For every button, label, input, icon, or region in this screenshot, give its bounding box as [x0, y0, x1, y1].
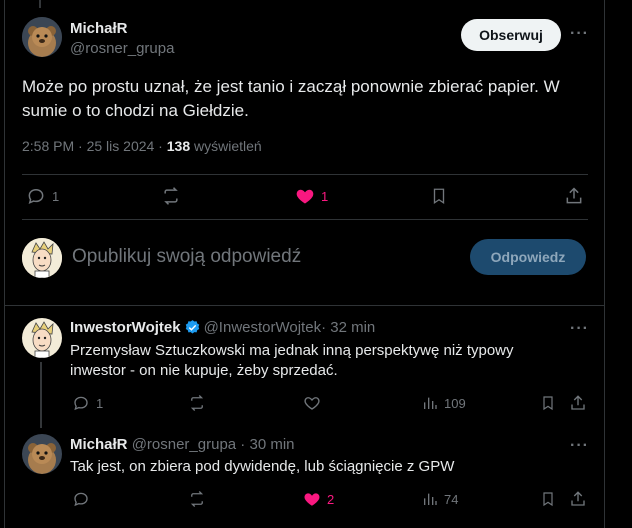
repost-action[interactable] — [187, 490, 207, 508]
more-options-icon[interactable]: ··· — [570, 437, 589, 455]
more-options-icon[interactable]: ··· — [570, 320, 589, 338]
views-chart-icon — [424, 493, 437, 505]
divider — [22, 174, 588, 175]
reply-icon — [74, 396, 88, 411]
reply-header: MichałR @rosner_grupa · 30 min — [70, 436, 295, 453]
bookmark-action[interactable] — [540, 394, 556, 412]
views-count: 74 — [444, 491, 459, 507]
reply-time[interactable]: · 32 min — [321, 319, 375, 336]
views-count: 138 — [166, 138, 191, 154]
bookmark-icon — [433, 188, 445, 205]
avatar-michalr[interactable] — [22, 434, 62, 474]
divider — [22, 219, 588, 220]
reply-text: Przemysław Sztuczkowski ma jednak inną p… — [70, 342, 514, 379]
heart-filled-icon — [304, 493, 320, 506]
reply-input[interactable]: Opublikuj swoją odpowiedź — [72, 246, 301, 268]
avatar-current-user[interactable] — [22, 238, 62, 278]
avatar-inwestorwojtek[interactable] — [22, 318, 62, 358]
reply-text: Tak jest, on zbiera pod dywidendę, lub ś… — [70, 458, 455, 475]
repost-icon — [190, 395, 204, 411]
post-meta: 2:58 PM · 25 lis 2024 · 138 wyświetleń — [22, 138, 262, 154]
views-action[interactable]: 109 — [422, 394, 466, 412]
reply-header: InwestorWojtek @InwestorWojtek · 32 min — [70, 319, 375, 336]
more-options-icon[interactable]: ··· — [570, 25, 589, 43]
heart-filled-icon — [296, 189, 314, 204]
reply-submit-button[interactable]: Odpowiedz — [470, 239, 586, 275]
bookmark-icon — [543, 396, 553, 411]
bookmark-action[interactable] — [540, 490, 556, 508]
share-icon — [566, 187, 582, 204]
like-count: 2 — [327, 491, 335, 507]
reply-count: 1 — [96, 395, 104, 411]
like-action[interactable]: 2 — [303, 490, 334, 508]
share-action[interactable] — [564, 186, 584, 206]
avatar-michalr[interactable] — [22, 17, 62, 57]
share-action[interactable] — [569, 490, 587, 508]
reply-action[interactable] — [72, 490, 90, 508]
author-handle[interactable]: @rosner_grupa — [70, 40, 174, 57]
post-text: Może po prostu uznał, że jest tanio i za… — [22, 77, 560, 120]
reply-icon — [74, 492, 88, 507]
repost-action[interactable] — [160, 186, 182, 206]
follow-button[interactable]: Obserwuj — [461, 19, 561, 51]
reply-action[interactable]: 1 — [26, 186, 59, 206]
like-action[interactable]: 1 — [295, 186, 328, 206]
column-left-border — [4, 0, 5, 528]
repost-icon — [190, 491, 204, 507]
author-name[interactable]: MichałR — [70, 436, 128, 453]
reply-count: 1 — [52, 188, 60, 204]
reply-time[interactable]: · 30 min — [236, 436, 294, 453]
views-label: wyświetleń — [190, 138, 262, 154]
verified-badge-icon — [185, 320, 199, 334]
share-icon — [571, 491, 585, 506]
like-action[interactable] — [303, 394, 321, 412]
bookmark-icon — [543, 492, 553, 507]
author-handle[interactable]: @InwestorWojtek — [204, 319, 322, 336]
repost-action[interactable] — [187, 394, 207, 412]
views-count: 109 — [444, 395, 466, 411]
thread-line — [40, 362, 42, 428]
repost-icon — [164, 187, 178, 205]
bookmark-action[interactable] — [430, 186, 448, 206]
reply-icon — [28, 188, 44, 204]
divider — [5, 305, 604, 306]
column-right-border — [604, 0, 605, 528]
like-count: 1 — [321, 188, 329, 204]
author-handle[interactable]: @rosner_grupa — [132, 436, 236, 453]
reply-action[interactable]: 1 — [72, 394, 103, 412]
author-name[interactable]: InwestorWojtek — [70, 319, 181, 336]
views-action[interactable]: 74 — [422, 490, 458, 508]
share-icon — [571, 395, 585, 410]
post-timestamp[interactable]: 2:58 PM · 25 lis 2024 · — [22, 138, 167, 154]
thread-line-top — [39, 0, 41, 8]
views-chart-icon — [424, 397, 437, 409]
share-action[interactable] — [569, 394, 587, 412]
author-name[interactable]: MichałR — [70, 20, 128, 37]
heart-outline-icon — [304, 397, 320, 410]
